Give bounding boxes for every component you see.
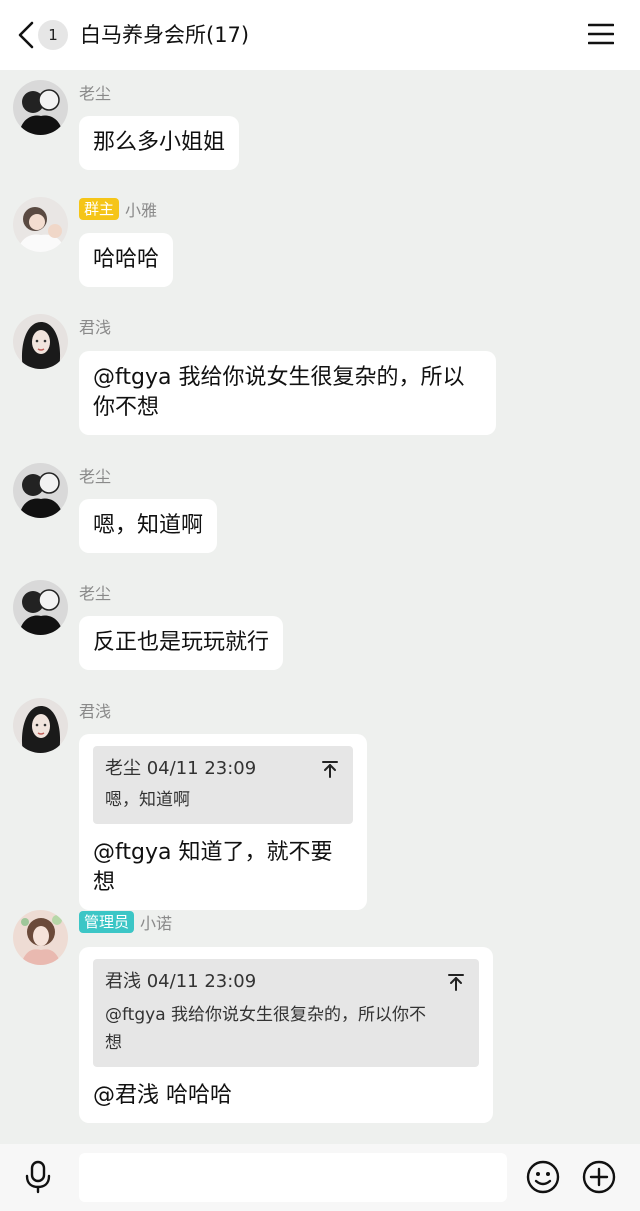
message-text-line: @ftgya 我给你说女生很复杂的，所以 bbox=[93, 365, 465, 390]
quote-header: 老尘 04/11 23:09 bbox=[105, 758, 257, 779]
owner-badge: 群主 bbox=[79, 198, 120, 220]
message-bubble[interactable]: 哈哈哈 bbox=[79, 233, 174, 287]
emoji-icon bbox=[526, 1160, 560, 1194]
avatar[interactable] bbox=[13, 80, 68, 135]
quoted-message[interactable]: 老尘 04/11 23:09 嗯，知道啊 bbox=[93, 746, 353, 824]
chat-header: 1 白马养身会所(17) bbox=[0, 0, 640, 70]
message-text: 哈哈哈 bbox=[93, 247, 160, 272]
voice-button[interactable] bbox=[22, 1160, 54, 1194]
menu-button[interactable] bbox=[587, 22, 615, 46]
back-button[interactable] bbox=[14, 20, 38, 50]
sender-meta: 老尘 bbox=[79, 80, 111, 104]
admin-badge: 管理员 bbox=[79, 911, 135, 933]
message-text-line: 你不想 bbox=[93, 395, 160, 420]
message-text: @君浅 哈哈哈 bbox=[93, 1083, 232, 1108]
avatar[interactable] bbox=[13, 197, 68, 252]
back-icon bbox=[18, 21, 34, 49]
quote-text: 嗯，知道啊 bbox=[105, 790, 190, 810]
avatar[interactable] bbox=[13, 314, 68, 369]
message-text: @ftgya 知道了，就不要想 bbox=[93, 840, 333, 895]
emoji-button[interactable] bbox=[526, 1160, 560, 1194]
message-bubble[interactable]: 老尘 04/11 23:09 嗯，知道啊 @ftgya 知道了，就不要想 bbox=[79, 734, 367, 910]
message-bubble[interactable]: @ftgya 我给你说女生很复杂的，所以 你不想 bbox=[79, 351, 496, 435]
sender-name[interactable]: 老尘 bbox=[79, 463, 111, 487]
avatar[interactable] bbox=[13, 698, 68, 753]
message-bubble[interactable]: 君浅 04/11 23:09 @ftgya 我给你说女生很复杂的，所以你不 想 … bbox=[79, 947, 493, 1123]
quote-header: 君浅 04/11 23:09 bbox=[105, 971, 257, 992]
avatar[interactable] bbox=[13, 463, 68, 518]
avatar[interactable] bbox=[13, 910, 68, 965]
sender-meta: 君浅 bbox=[79, 698, 111, 722]
sender-meta: 君浅 bbox=[79, 314, 111, 338]
message-list[interactable]: 老尘 那么多小姐姐 群主 小雅 哈哈哈 君浅 @ftgya 我给你说女生很复杂的… bbox=[0, 70, 640, 1144]
menu-icon bbox=[587, 23, 615, 45]
sender-meta: 老尘 bbox=[79, 463, 111, 487]
sender-name[interactable]: 老尘 bbox=[79, 80, 111, 104]
more-button[interactable] bbox=[582, 1160, 616, 1194]
quote-text-line: 想 bbox=[105, 1033, 122, 1053]
message-input[interactable] bbox=[79, 1153, 507, 1202]
sender-meta: 老尘 bbox=[79, 580, 111, 604]
sender-name[interactable]: 君浅 bbox=[79, 314, 111, 338]
unread-count-badge[interactable]: 1 bbox=[38, 20, 68, 50]
microphone-icon bbox=[25, 1160, 51, 1194]
message-bubble[interactable]: 反正也是玩玩就行 bbox=[79, 616, 284, 670]
message-text: 嗯，知道啊 bbox=[93, 513, 204, 538]
input-bar bbox=[0, 1144, 640, 1211]
avatar[interactable] bbox=[13, 580, 68, 635]
message-bubble[interactable]: 那么多小姐姐 bbox=[79, 116, 240, 170]
group-title: 白马养身会所(17) bbox=[80, 23, 250, 47]
message-text: 反正也是玩玩就行 bbox=[93, 630, 270, 655]
sender-name[interactable]: 小雅 bbox=[125, 197, 157, 221]
message-bubble[interactable]: 嗯，知道啊 bbox=[79, 499, 218, 553]
sender-name[interactable]: 君浅 bbox=[79, 698, 111, 722]
plus-icon bbox=[582, 1160, 616, 1194]
sender-name[interactable]: 老尘 bbox=[79, 580, 111, 604]
quoted-message[interactable]: 君浅 04/11 23:09 @ftgya 我给你说女生很复杂的，所以你不 想 bbox=[93, 959, 479, 1067]
jump-to-icon[interactable] bbox=[447, 973, 465, 991]
sender-name[interactable]: 小诺 bbox=[140, 910, 172, 934]
sender-meta: 管理员 小诺 bbox=[79, 910, 172, 934]
message-text: 那么多小姐姐 bbox=[93, 130, 226, 155]
jump-to-icon[interactable] bbox=[321, 760, 339, 778]
quote-text-line: @ftgya 我给你说女生很复杂的，所以你不 bbox=[105, 1005, 427, 1025]
sender-meta: 群主 小雅 bbox=[79, 197, 157, 221]
